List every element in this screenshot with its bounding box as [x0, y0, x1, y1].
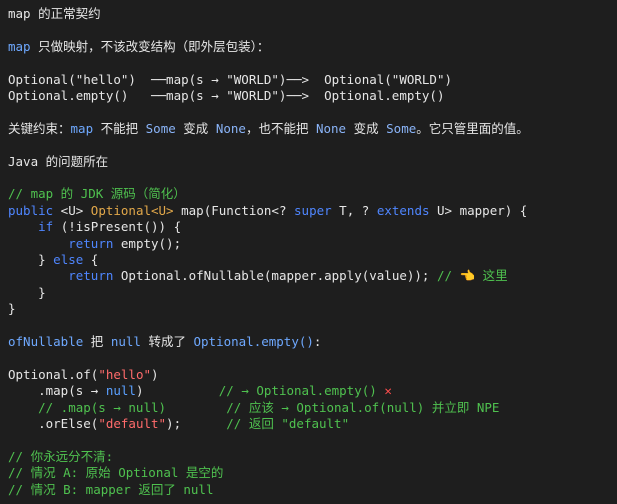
c2-l1b: "hello"	[98, 366, 151, 382]
ofnull-c: null	[110, 334, 141, 350]
key-some: Some	[145, 120, 176, 136]
kw-extends: extends	[376, 202, 430, 218]
c2-l1a: Optional.of(	[8, 366, 99, 382]
code1-map: map(Function<?	[173, 202, 295, 218]
ofnullable-line: ofNullable 把 null 转成了 Optional.empty():	[8, 334, 609, 350]
key-e: 变成	[346, 120, 387, 136]
kw-super: super	[294, 202, 332, 218]
kw-public: public	[8, 202, 54, 218]
code1-end: U> mapper) {	[429, 202, 528, 218]
code1-u: <U>	[53, 202, 91, 218]
code2-line-3: // .map(s → null) // 应该 → Optional.of(nu…	[8, 399, 500, 415]
code1-t: T, ?	[331, 202, 377, 218]
kw-if: if	[38, 219, 54, 235]
code1-return-nullable: return Optional.ofNullable(mapper.apply(…	[8, 268, 609, 284]
kw-return: return	[68, 235, 114, 251]
code1-return-empty: return empty();	[8, 236, 609, 252]
ofnull-f: :	[313, 334, 322, 350]
intro-text: 只做映射，不该改变结构（即外层包装）：	[30, 38, 270, 54]
intro-line: map 只做映射，不该改变结构（即外层包装）：	[8, 39, 609, 55]
code1-if: if (!isPresent()) {	[8, 219, 609, 235]
intro-map-word: map	[8, 38, 31, 54]
heading-java-problem: Java 的问题所在	[8, 153, 109, 169]
code1-else-brace: {	[83, 252, 99, 268]
key-none2: None	[315, 120, 347, 136]
code1-comment: // map 的 JDK 源码（简化）	[8, 186, 186, 202]
ofnull-d: 转成了	[140, 334, 194, 350]
code3-line-1: // 你永远分不清:	[8, 448, 114, 464]
key-some2: Some	[386, 120, 417, 136]
key-label: 关键约束：	[8, 120, 71, 136]
code1-brace-inner: }	[38, 284, 46, 300]
example-line-1: Optional("hello") ──map(s → "WORLD")──> …	[8, 71, 453, 87]
heading-map-contract: map 的正常契约	[8, 6, 101, 21]
key-d: ，也不能把	[245, 120, 316, 136]
c2-l2d: // → Optional.empty()	[218, 383, 385, 399]
content: map 的正常契约 map 只做映射，不该改变结构（即外层包装）： Option…	[0, 0, 617, 504]
key-map: map	[70, 120, 94, 136]
c2-l2a: .map(s →	[8, 383, 106, 399]
kw-else: else	[53, 252, 84, 268]
code2-line-2: .map(s → null) // → Optional.empty() ✕	[8, 383, 609, 399]
key-f: 。它只管里面的值。	[416, 120, 529, 136]
code1-nullable: Optional.ofNullable(mapper.apply(value))…	[113, 268, 437, 284]
code3-line-2: // 情况 A: 原始 Optional 是空的	[8, 465, 224, 481]
ofnull-e: Optional.empty()	[193, 334, 314, 350]
c2-l4a: .orElse(	[8, 416, 99, 432]
ofnull-a: ofNullable	[8, 334, 84, 350]
code1-type: Optional<U>	[90, 202, 174, 218]
c2-l1c: )	[151, 366, 159, 382]
example-line-2: Optional.empty() ──map(s → "WORLD")──> O…	[8, 88, 445, 103]
ofnull-b: 把	[83, 334, 111, 350]
cross-mark-icon: ✕	[384, 383, 392, 399]
code1-return-rest: empty();	[113, 235, 182, 251]
c2-l4d: // 返回 "default"	[226, 416, 350, 432]
key-c: 变成	[175, 120, 216, 136]
code1-if-rest: (!isPresent()) {	[53, 219, 182, 235]
code2-line-4: .orElse("default"); // 返回 "default"	[8, 416, 609, 432]
code2-line-1: Optional.of("hello")	[8, 367, 609, 383]
key-constraint: 关键约束：map 不能把 Some 变成 None，也不能把 None 变成 S…	[8, 121, 609, 137]
pointing-hand-icon: 👈	[459, 268, 476, 284]
code1-close-if: }	[8, 285, 609, 301]
code1-signature: public <U> Optional<U> map(Function<? su…	[8, 203, 609, 219]
code1-else: } else {	[8, 252, 609, 268]
c2-l4c: );	[166, 416, 227, 432]
key-b: 不能把	[93, 120, 146, 136]
code1-here: 这里	[475, 268, 508, 284]
code1-close-method: }	[8, 301, 16, 317]
code1-close: }	[38, 252, 54, 268]
c2-l2b: null	[105, 383, 136, 399]
code1-comment-slash: //	[436, 268, 460, 284]
kw-return-2: return	[68, 268, 114, 284]
c2-l2c: )	[135, 383, 219, 399]
c2-l4b: "default"	[98, 416, 167, 432]
key-none: None	[215, 120, 246, 136]
code3-line-3: // 情况 B: mapper 返回了 null	[8, 481, 214, 497]
